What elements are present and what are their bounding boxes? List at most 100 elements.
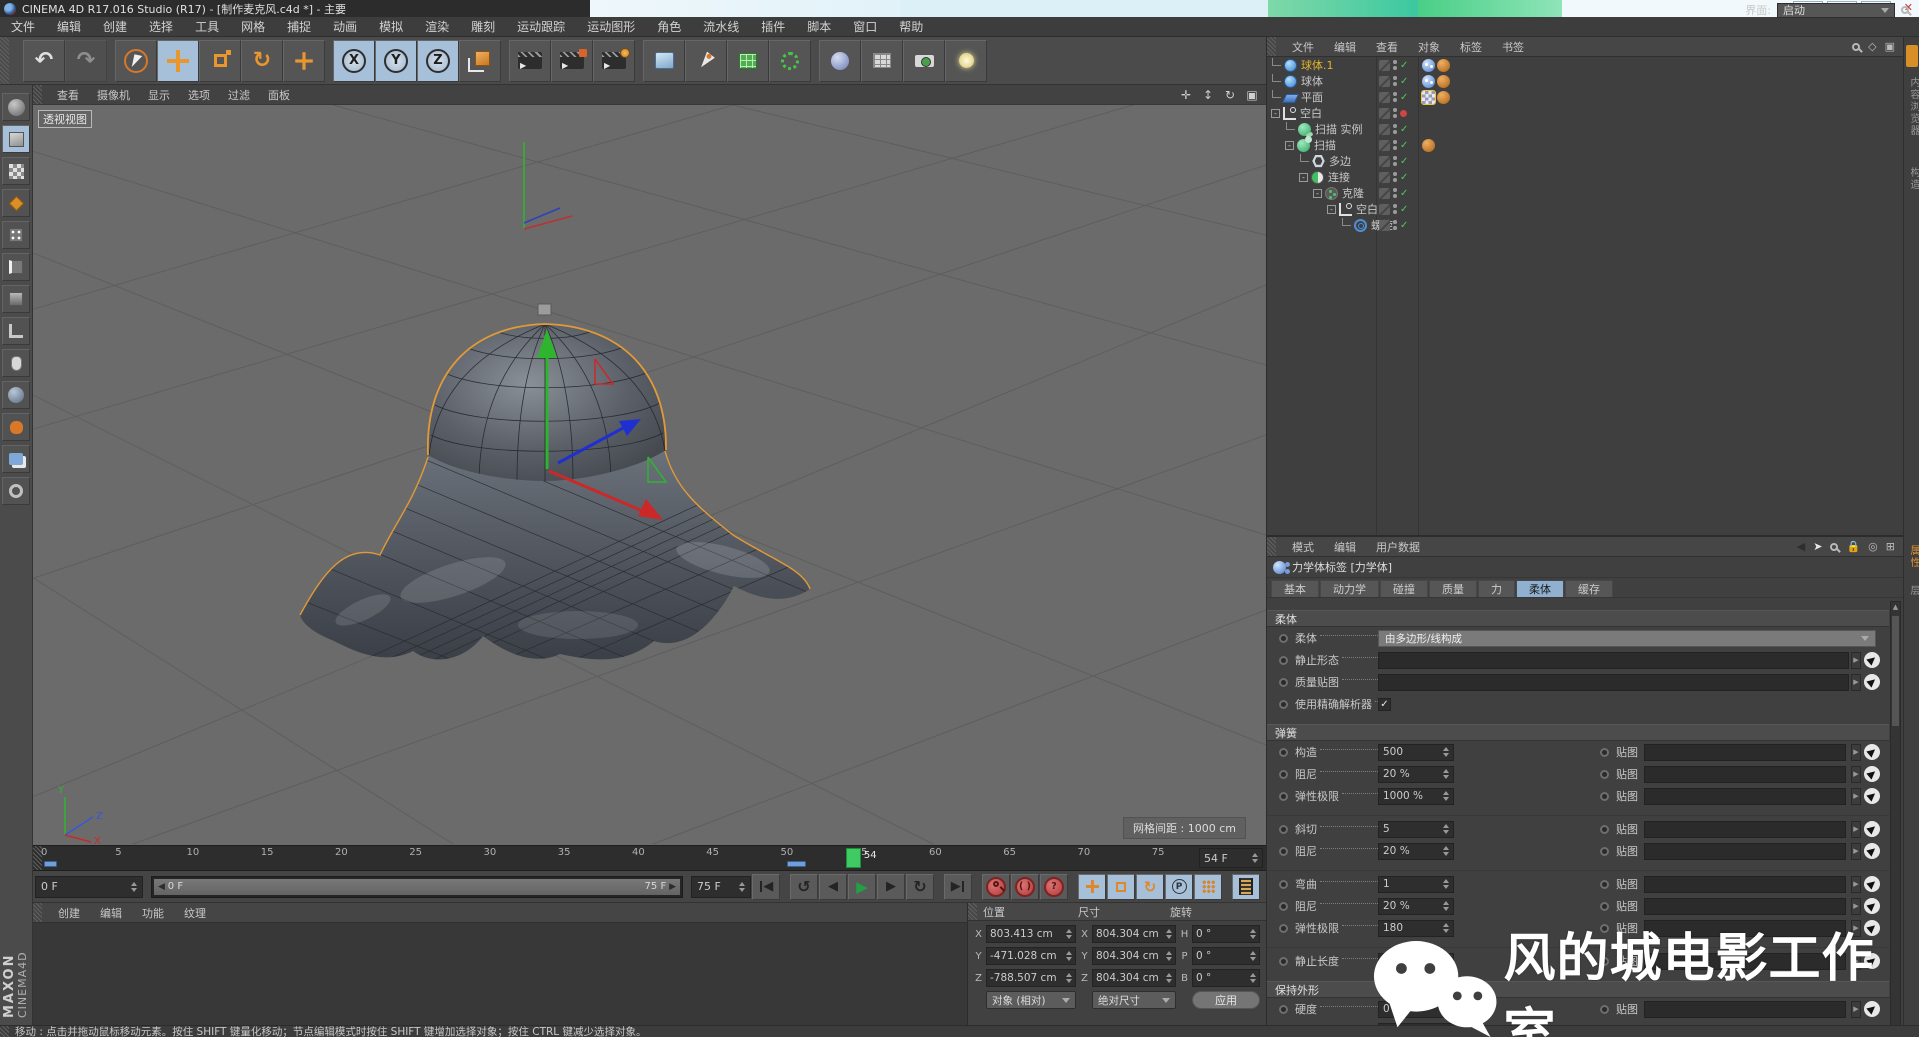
animation-dot-icon[interactable]: [1279, 825, 1288, 834]
animation-dot-icon[interactable]: [1600, 957, 1609, 966]
stepper-icon[interactable]: [1066, 929, 1072, 939]
preview-range-slider[interactable]: ◀ 0 F 75 F ▶: [151, 876, 683, 898]
animation-dot-icon[interactable]: [1279, 880, 1288, 889]
visibility-toggles[interactable]: ✓: [1379, 76, 1408, 87]
timeline-ruler[interactable]: 54 F 05101520253035404550556065707554: [33, 845, 1266, 871]
pick-cursor-icon[interactable]: [1864, 1001, 1880, 1017]
animation-dot-icon[interactable]: [1600, 792, 1609, 801]
layer-box-icon[interactable]: [1379, 188, 1390, 199]
record-keyframe-button[interactable]: [982, 874, 1010, 900]
stepper-icon[interactable]: [1166, 973, 1172, 983]
tree-row-球体.1[interactable]: 球体.1✓: [1267, 57, 1903, 73]
layers-button[interactable]: [2, 445, 30, 473]
expander-icon[interactable]: -: [1271, 109, 1280, 118]
menu-item-查看[interactable]: 查看: [1366, 39, 1408, 55]
disabled-dot-icon[interactable]: [1400, 110, 1407, 117]
enabled-check-icon[interactable]: ✓: [1400, 220, 1408, 231]
enabled-check-icon[interactable]: ✓: [1400, 156, 1408, 167]
current-frame-spinner[interactable]: 54 F: [1199, 848, 1263, 868]
menu-item-选项[interactable]: 选项: [179, 87, 219, 103]
expand-arrow-icon[interactable]: ▶: [1851, 843, 1861, 860]
stepper-icon[interactable]: [1250, 973, 1256, 983]
menu-item-选择[interactable]: 选择: [138, 18, 184, 35]
stepper-icon[interactable]: [1066, 973, 1072, 983]
value-field[interactable]: 20 %: [1378, 843, 1454, 860]
apply-button[interactable]: 应用: [1192, 991, 1260, 1009]
mograph-button[interactable]: [769, 40, 811, 82]
visibility-dots-icon[interactable]: [1393, 204, 1397, 214]
menu-item-编辑[interactable]: 编辑: [1324, 39, 1366, 55]
paint-bucket-button[interactable]: [2, 413, 30, 441]
menu-item-网格[interactable]: 网格: [230, 18, 276, 35]
expand-arrow-icon[interactable]: ▶: [1851, 788, 1861, 805]
search-icon[interactable]: [1901, 6, 1909, 14]
visibility-dots-icon[interactable]: [1393, 60, 1397, 70]
tab-content-browser[interactable]: 内容浏览器: [1906, 77, 1919, 137]
value-field[interactable]: 1: [1378, 876, 1454, 893]
uv-mode-button[interactable]: [2, 189, 30, 217]
layer-box-icon[interactable]: [1379, 140, 1390, 151]
add-icon[interactable]: ⊞: [1886, 540, 1895, 553]
zoom-icon[interactable]: ↕: [1200, 88, 1216, 102]
dyn-tag-icon[interactable]: [1422, 139, 1435, 152]
mode-dropdown-position[interactable]: 对象 (相对): [986, 991, 1076, 1009]
pick-cursor-icon[interactable]: [1864, 953, 1880, 969]
maximize-icon[interactable]: ▣: [1244, 88, 1260, 102]
animation-dot-icon[interactable]: [1600, 924, 1609, 933]
value-field[interactable]: 1000 %: [1378, 788, 1454, 805]
animation-dot-icon[interactable]: [1600, 847, 1609, 856]
workplane-mode-button[interactable]: [2, 317, 30, 345]
live-selection-button[interactable]: [115, 40, 157, 82]
stepper-icon[interactable]: [1250, 951, 1256, 961]
value-field[interactable]: 180: [1378, 920, 1454, 937]
stepper-icon[interactable]: [1443, 923, 1449, 933]
coord-field[interactable]: -471.028 cm: [986, 947, 1076, 965]
frame-spinner[interactable]: 0 F: [35, 876, 143, 898]
layer-box-icon[interactable]: [1379, 60, 1390, 71]
layer-box-icon[interactable]: [1379, 108, 1390, 119]
drag-handle[interactable]: [1267, 37, 1276, 56]
pick-cursor-icon[interactable]: [1864, 843, 1880, 859]
object-manager-tab-icon[interactable]: [1906, 45, 1918, 67]
scale-button[interactable]: [199, 40, 241, 82]
animation-dot-icon[interactable]: [1600, 1005, 1609, 1014]
value-field[interactable]: 20 %: [1378, 898, 1454, 915]
pick-cursor-icon[interactable]: [1864, 876, 1880, 892]
gizmo-anchor-cube[interactable]: [538, 304, 551, 315]
menu-item-模式[interactable]: 模式: [1282, 539, 1324, 555]
coord-field[interactable]: 804.304 cm: [1092, 947, 1176, 965]
tree-row-螺旋[interactable]: 螺旋✓: [1267, 217, 1903, 233]
viewport-label[interactable]: 透视视图: [38, 110, 92, 128]
stepper-icon[interactable]: [739, 882, 745, 892]
expand-arrow-icon[interactable]: ▶: [1851, 920, 1861, 937]
drag-handle[interactable]: [1267, 537, 1276, 556]
coord-field[interactable]: 803.413 cm: [986, 925, 1076, 943]
drag-handle[interactable]: [0, 1026, 9, 1037]
coord-field[interactable]: 0 °: [1192, 969, 1260, 987]
stepper-icon[interactable]: [1443, 901, 1449, 911]
redo-button[interactable]: ↷: [65, 40, 107, 82]
preview-range-bar[interactable]: ◀ 0 F 75 F ▶: [154, 879, 680, 895]
visibility-toggles[interactable]: ✓: [1379, 140, 1408, 151]
layer-box-icon[interactable]: [1379, 76, 1390, 87]
expand-arrow-icon[interactable]: ▶: [1851, 744, 1861, 761]
next-frame-button[interactable]: ▶: [877, 874, 905, 900]
visibility-toggles[interactable]: ✓: [1379, 124, 1408, 135]
expander-icon[interactable]: -: [1327, 205, 1336, 214]
drag-handle[interactable]: [0, 37, 9, 84]
points-mode-button[interactable]: [2, 221, 30, 249]
axis-z-button[interactable]: Z: [417, 40, 459, 82]
menu-item-编辑[interactable]: 编辑: [90, 905, 132, 921]
stepper-icon[interactable]: [1443, 956, 1449, 966]
tree-row-球体[interactable]: 球体✓: [1267, 73, 1903, 89]
menu-item-对象[interactable]: 对象: [1408, 39, 1450, 55]
stepper-icon[interactable]: [1443, 747, 1449, 757]
array-grid-button[interactable]: [861, 40, 903, 82]
playhead[interactable]: [846, 848, 861, 868]
visibility-dots-icon[interactable]: [1393, 124, 1397, 134]
menu-item-用户数据[interactable]: 用户数据: [1366, 539, 1430, 555]
menu-item-雕刻[interactable]: 雕刻: [460, 18, 506, 35]
map-link-field[interactable]: [1644, 788, 1846, 805]
dyn-tag-icon[interactable]: [1437, 59, 1450, 72]
rotate-button[interactable]: ↻: [241, 40, 283, 82]
